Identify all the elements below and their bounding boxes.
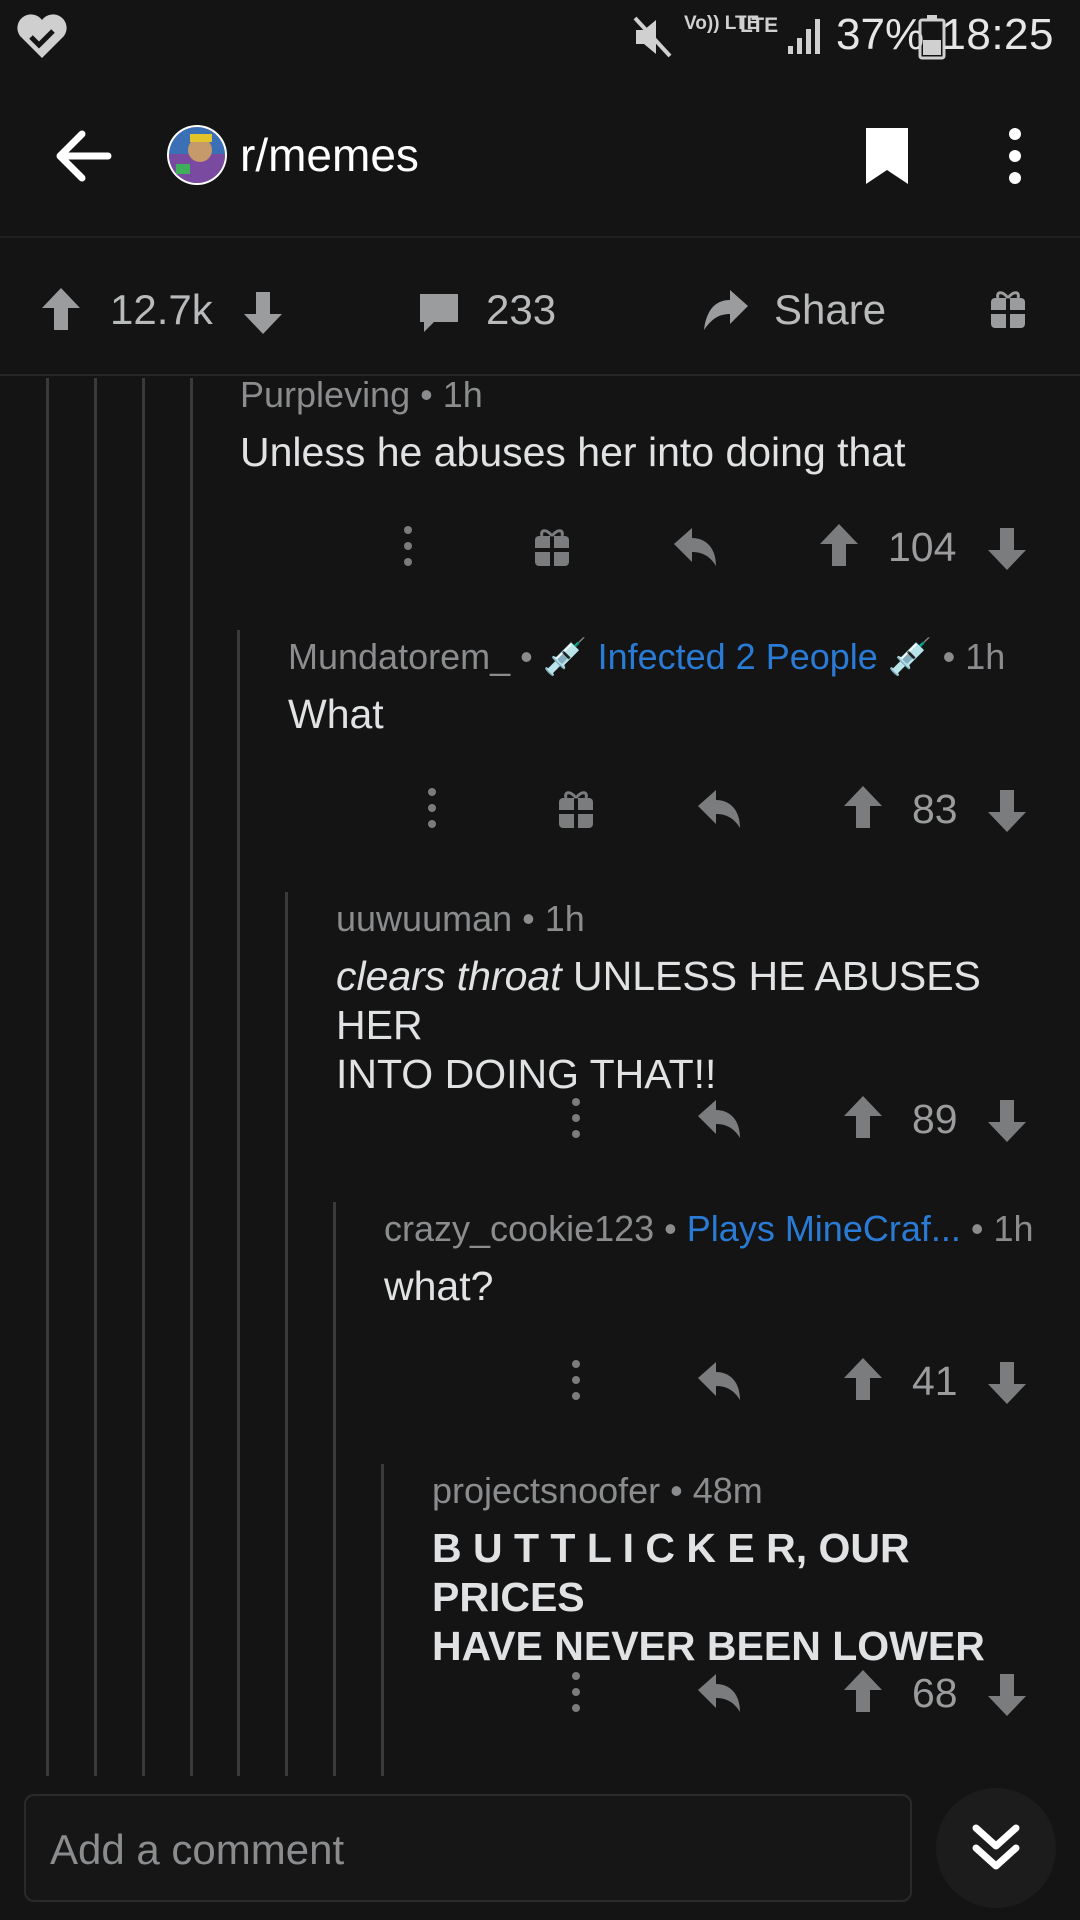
thread-line[interactable]: [237, 630, 240, 1776]
share-icon[interactable]: [702, 288, 750, 334]
downvote-icon[interactable]: [986, 788, 1028, 834]
comment-score: 41: [912, 1358, 958, 1404]
comment-body: Unless he abuses her into doing that: [240, 429, 906, 475]
comment-author[interactable]: crazy_cookie123: [384, 1208, 654, 1249]
downvote-icon[interactable]: [986, 1672, 1028, 1718]
comment-body-italic: clears throat: [336, 953, 562, 999]
comment-body-line2: HAVE NEVER BEEN LOWER: [432, 1623, 985, 1669]
upvote-icon[interactable]: [842, 784, 884, 830]
battery-percent: 37%: [836, 10, 925, 59]
reply-icon[interactable]: [696, 1098, 742, 1142]
upvote-icon[interactable]: [40, 286, 82, 332]
comment-icon[interactable]: [416, 290, 462, 336]
back-arrow-icon[interactable]: [54, 128, 114, 184]
downvote-icon[interactable]: [986, 1360, 1028, 1406]
comment-time: 1h: [544, 898, 585, 939]
upvote-icon[interactable]: [842, 1668, 884, 1714]
comment-author[interactable]: projectsnoofer: [432, 1470, 660, 1511]
comment-score: 68: [912, 1670, 958, 1716]
thread-line[interactable]: [46, 378, 49, 1776]
syringe-icon: 💉: [887, 636, 933, 677]
comment-body: B U T T L I C K E R, OUR PRICES HAVE NEV…: [432, 1524, 1062, 1671]
more-vertical-icon[interactable]: [564, 1356, 588, 1404]
signal-icon: [788, 19, 820, 54]
downvote-icon[interactable]: [986, 1098, 1028, 1144]
upvote-icon[interactable]: [842, 1356, 884, 1402]
status-bar: Vo)) LTE LTE 37% 18:25: [0, 0, 1080, 76]
post-action-bar: 12.7k 233 Share: [0, 240, 1080, 376]
user-flair: Infected 2 People: [597, 636, 878, 677]
comment-author[interactable]: uuwuuman: [336, 898, 512, 939]
upvote-icon[interactable]: [818, 522, 860, 568]
subreddit-title[interactable]: r/memes: [240, 128, 419, 182]
thread-line[interactable]: [190, 378, 193, 1776]
top-app-bar: r/memes: [0, 76, 1080, 238]
award-gift-icon[interactable]: [988, 288, 1028, 330]
subreddit-avatar[interactable]: [166, 124, 228, 186]
downvote-icon[interactable]: [986, 526, 1028, 572]
clock: 18:25: [941, 10, 1054, 59]
comment-body: clears throat UNLESS HE ABUSES HER INTO …: [336, 952, 1066, 1099]
network-type: LTE: [740, 14, 779, 37]
more-vertical-icon[interactable]: [420, 784, 444, 832]
reply-icon[interactable]: [696, 1360, 742, 1404]
reply-icon[interactable]: [696, 1672, 742, 1716]
comment-author[interactable]: Purpleving: [240, 374, 410, 415]
comment-score: 83: [912, 786, 958, 832]
reply-icon[interactable]: [672, 526, 718, 570]
comment-time: 1h: [965, 636, 1006, 677]
thread-line[interactable]: [94, 378, 97, 1776]
share-button[interactable]: Share: [774, 286, 886, 334]
syringe-icon: 💉: [542, 636, 588, 677]
bookmark-icon[interactable]: [862, 124, 912, 188]
user-flair: Plays MineCraf...: [686, 1208, 961, 1249]
comment-score: 89: [912, 1096, 958, 1142]
thread-line[interactable]: [381, 1464, 384, 1776]
next-comment-button[interactable]: [936, 1788, 1056, 1908]
comment-body: what?: [384, 1263, 494, 1309]
comment-time: 1h: [993, 1208, 1034, 1249]
heart-check-icon: [17, 14, 67, 59]
award-gift-icon[interactable]: [556, 788, 596, 830]
thread-line[interactable]: [142, 378, 145, 1776]
comment-count[interactable]: 233: [486, 286, 556, 334]
comment-time: 1h: [442, 374, 483, 415]
more-vertical-icon[interactable]: [564, 1668, 588, 1716]
comment-author[interactable]: Mundatorem_: [288, 636, 510, 677]
mute-icon: [633, 16, 672, 58]
comment-body-line2: INTO DOING THAT!!: [336, 1051, 717, 1097]
reply-icon[interactable]: [696, 788, 742, 832]
post-score: 12.7k: [110, 286, 213, 333]
more-vertical-icon[interactable]: [564, 1094, 588, 1142]
award-gift-icon[interactable]: [532, 526, 572, 568]
add-comment-placeholder: Add a comment: [50, 1826, 345, 1873]
thread-line[interactable]: [333, 1202, 336, 1776]
double-chevron-down-icon: [972, 1824, 1020, 1870]
thread-line[interactable]: [285, 892, 288, 1776]
downvote-icon[interactable]: [242, 290, 284, 336]
comment-body: What: [288, 691, 384, 737]
more-vertical-icon[interactable]: [396, 522, 420, 570]
more-vertical-icon[interactable]: [1000, 126, 1030, 186]
comment-time: 48m: [692, 1470, 763, 1511]
upvote-icon[interactable]: [842, 1094, 884, 1140]
add-comment-input[interactable]: Add a comment: [24, 1794, 912, 1902]
comment-body-text: B U T T L I C K E R, OUR PRICES: [432, 1525, 910, 1620]
comment-score: 104: [888, 524, 957, 570]
